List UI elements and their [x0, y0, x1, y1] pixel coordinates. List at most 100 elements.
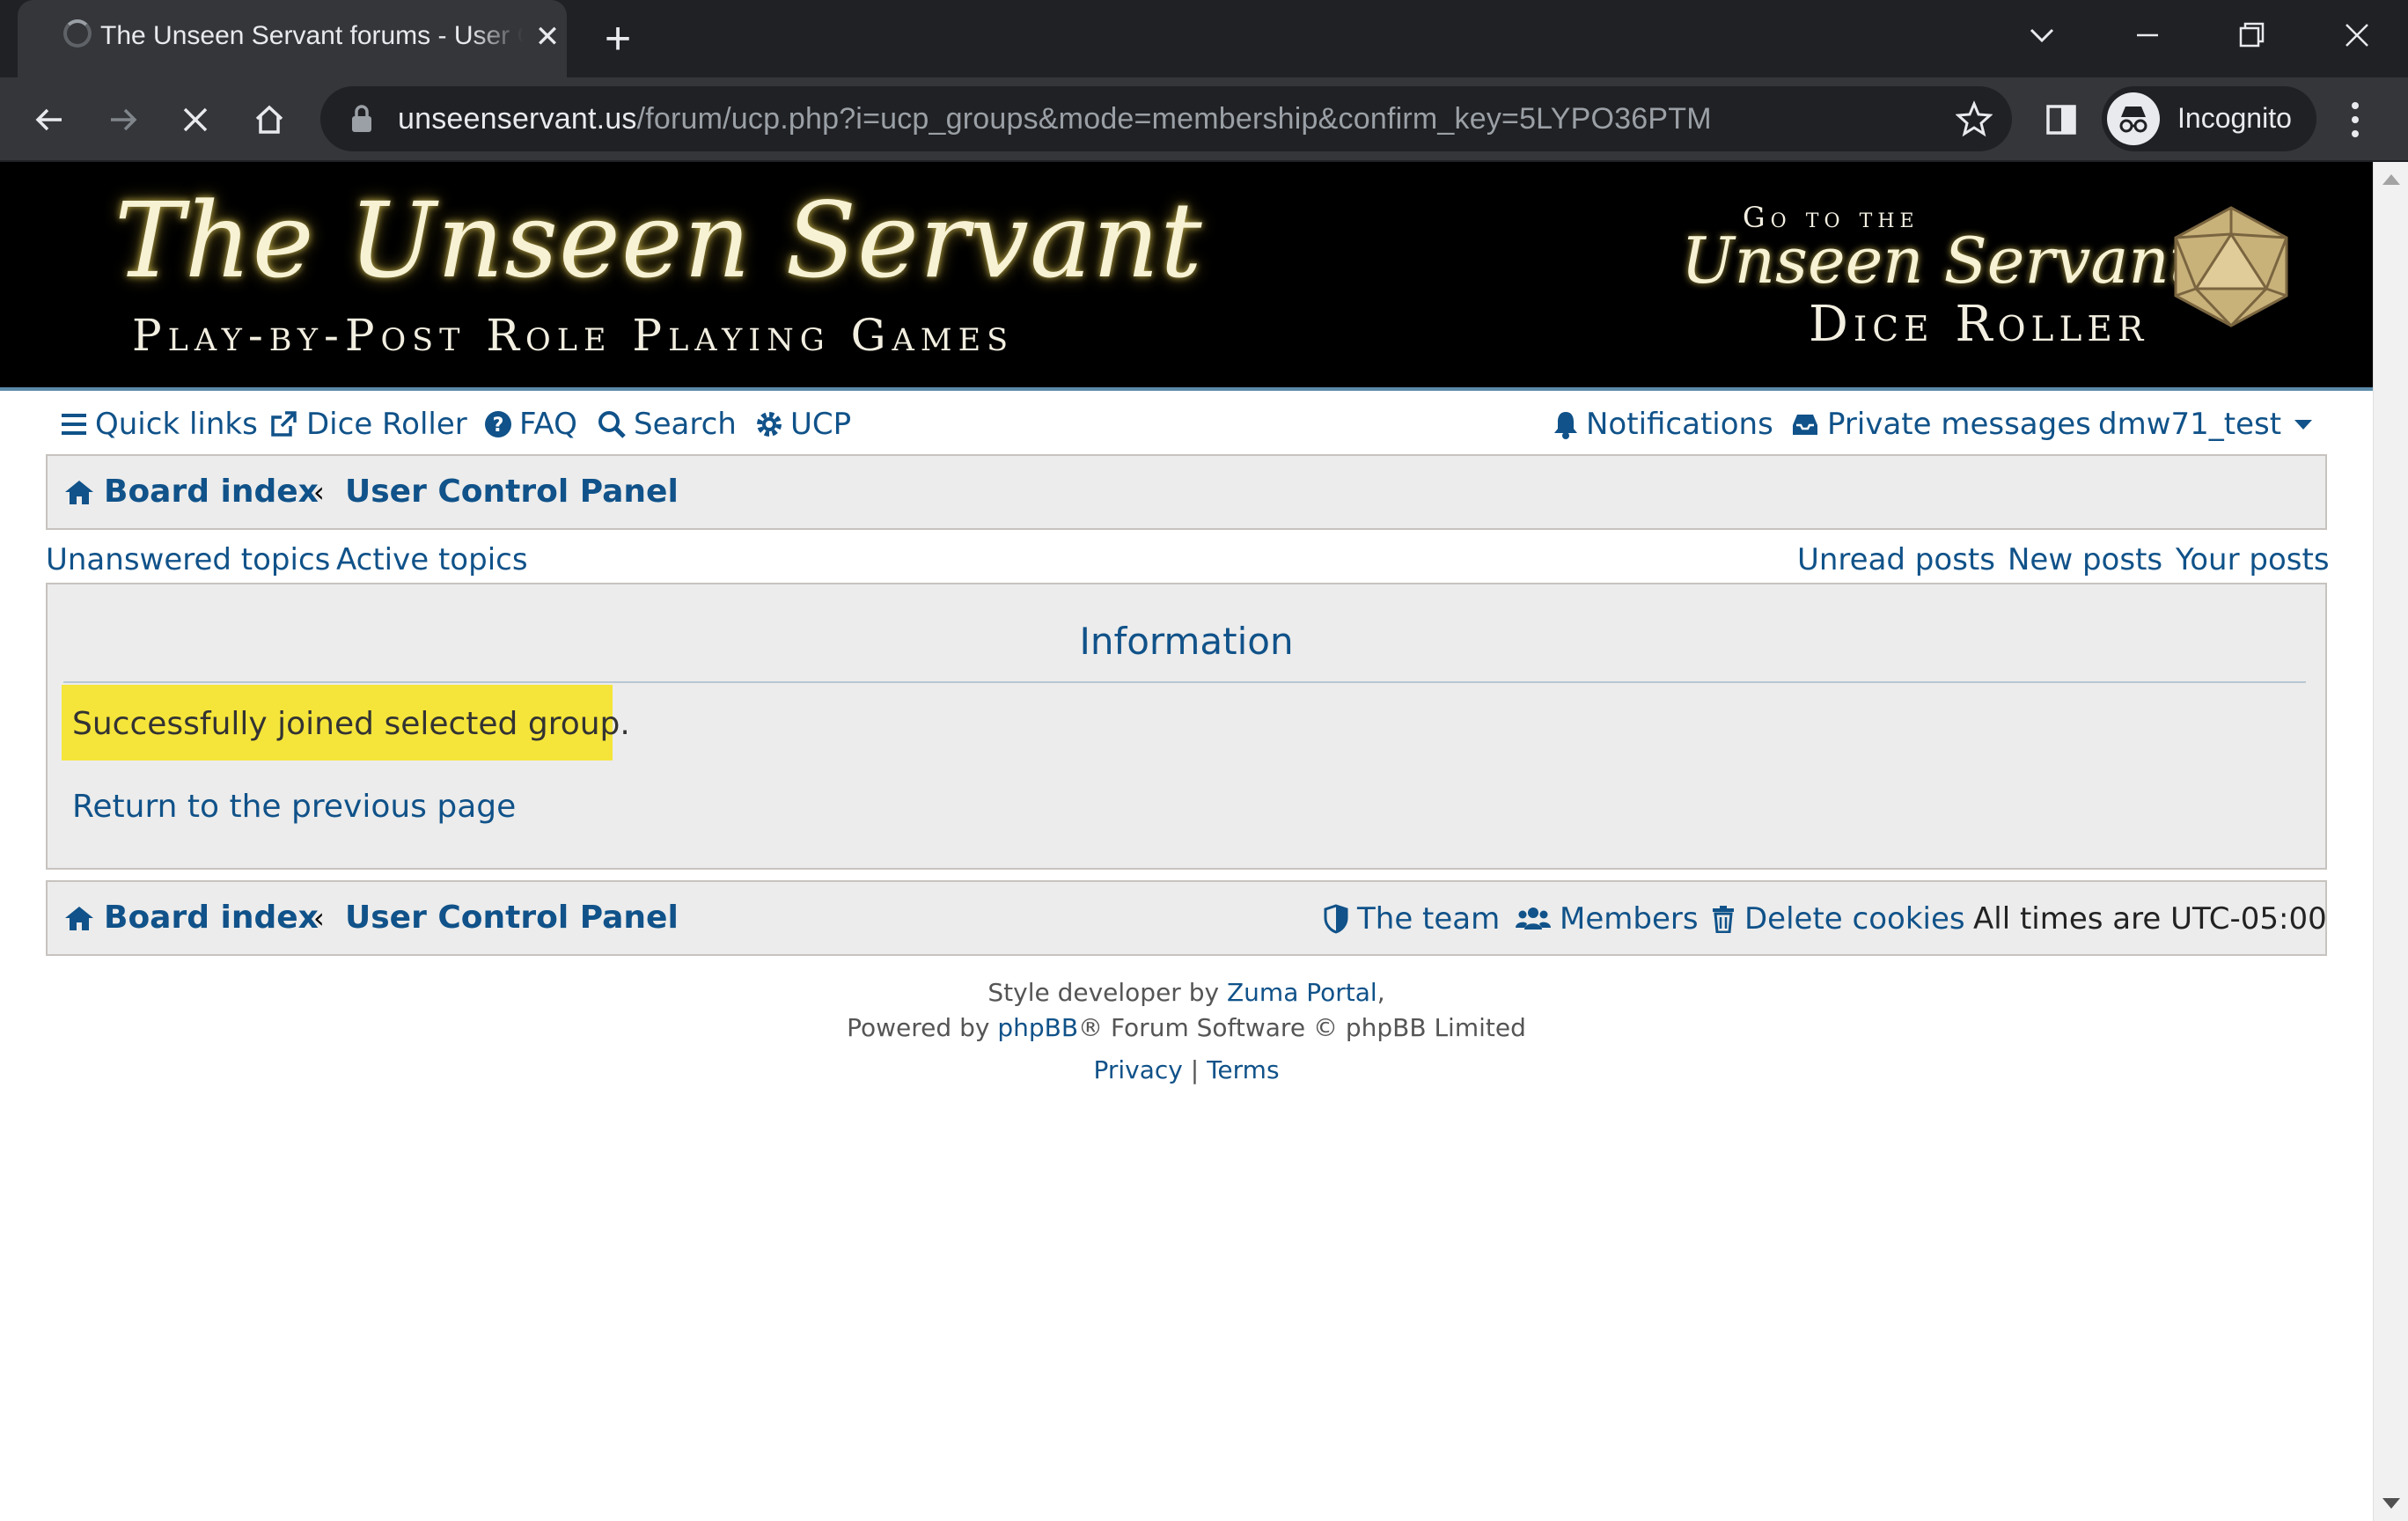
browser-menu-button[interactable]	[2341, 99, 2369, 144]
the-team-link[interactable]: The team	[1324, 901, 1500, 937]
incognito-icon	[2107, 92, 2160, 145]
legal-links-row: Privacy | Terms	[0, 1053, 2373, 1088]
search-label: Search	[634, 407, 737, 442]
faq-link[interactable]: ? FAQ	[484, 407, 577, 442]
privacy-link[interactable]: Privacy	[1093, 1055, 1182, 1084]
url-text[interactable]: unseenservant.us/forum/ucp.php?i=ucp_gro…	[398, 102, 1712, 136]
unread-posts-link[interactable]: Unread posts	[1797, 542, 1995, 577]
home-icon	[65, 906, 93, 930]
tab-title: The Unseen Servant forums - User Control…	[100, 21, 523, 51]
notifications-link[interactable]: Notifications	[1553, 407, 1773, 442]
page-scrollbar[interactable]	[2373, 162, 2408, 1521]
ucp-crumb-label: User Control Panel	[345, 474, 679, 510]
delete-cookies-label: Delete cookies	[1744, 901, 1965, 937]
success-message: Successfully joined selected group.	[62, 685, 630, 760]
caret-down-icon	[2294, 420, 2313, 430]
web-page: The Unseen Servant Play-by-Post Role Pla…	[0, 162, 2373, 1521]
powered-by-suffix: ® Forum Software © phpBB Limited	[1078, 1013, 1526, 1042]
shield-icon	[1324, 904, 1348, 934]
home-button[interactable]	[246, 97, 292, 143]
breadcrumb-separator: ‹	[313, 475, 325, 509]
footer-ucp[interactable]: User Control Panel	[345, 900, 679, 936]
bell-icon	[1554, 412, 1577, 439]
site-logo[interactable]: The Unseen Servant Play-by-Post Role Pla…	[106, 180, 1202, 373]
gear-icon	[757, 412, 782, 437]
close-icon	[2346, 24, 2368, 47]
minimize-icon	[2137, 33, 2158, 37]
restore-icon	[2239, 22, 2265, 48]
private-messages-link[interactable]: Private messages	[1790, 407, 2091, 442]
style-credit-prefix: Style developer by	[987, 978, 1220, 1007]
url-path: /forum/ucp.php?i=ucp_groups&mode=members…	[636, 102, 1712, 136]
members-link[interactable]: Members	[1516, 901, 1699, 937]
side-panel-icon	[2046, 105, 2076, 135]
private-messages-label: Private messages	[1827, 407, 2091, 442]
phpbb-link[interactable]: phpBB	[997, 1013, 1078, 1042]
incognito-profile-button[interactable]: Incognito	[2102, 86, 2316, 151]
board-index-label: Board index	[104, 474, 319, 510]
user-menu-button[interactable]: dmw71_test	[2098, 407, 2322, 442]
new-posts-link[interactable]: New posts	[2008, 542, 2162, 577]
bookmark-star-icon[interactable]	[1956, 100, 1993, 137]
breadcrumb-board-index[interactable]: Board index	[63, 474, 319, 510]
browser-tab-active[interactable]: The Unseen Servant forums - User Control…	[18, 0, 567, 77]
dice-banner-name: Unseen Servant	[1681, 224, 2195, 298]
arrow-left-icon	[35, 108, 62, 131]
members-label: Members	[1560, 901, 1699, 937]
d20-dice-icon	[2174, 206, 2288, 327]
close-window-button[interactable]	[2306, 0, 2408, 70]
inbox-icon	[1793, 415, 1817, 435]
search-link[interactable]: Search	[597, 407, 737, 442]
side-panel-button[interactable]	[2038, 97, 2084, 143]
style-credit-suffix: ,	[1377, 978, 1385, 1007]
unanswered-topics-link[interactable]: Unanswered topics	[46, 542, 330, 577]
site-header-banner: The Unseen Servant Play-by-Post Role Pla…	[0, 162, 2373, 391]
back-button[interactable]	[26, 97, 72, 143]
loading-spinner-icon	[63, 19, 92, 48]
address-bar[interactable]: unseenservant.us/forum/ucp.php?i=ucp_gro…	[320, 86, 2012, 151]
search-icon	[598, 411, 626, 438]
terms-link[interactable]: Terms	[1207, 1055, 1279, 1084]
scroll-up-arrow-icon[interactable]	[2382, 174, 2400, 185]
restore-button[interactable]	[2200, 0, 2302, 70]
dice-roller-banner-link[interactable]: Go to the Unseen Servant Dice Roller	[1672, 201, 2306, 368]
minimize-button[interactable]	[2096, 0, 2199, 70]
panel-title: Information	[1079, 620, 1294, 663]
logo-title: The Unseen Servant	[114, 180, 1203, 301]
question-circle-icon: ?	[485, 411, 511, 437]
delete-cookies-link[interactable]: Delete cookies	[1711, 901, 1965, 937]
zuma-portal-link[interactable]: Zuma Portal	[1227, 978, 1377, 1007]
panel-divider	[63, 681, 2306, 683]
dice-roller-link[interactable]: Dice Roller	[268, 407, 467, 442]
footer-board-index[interactable]: Board index	[63, 900, 319, 936]
scroll-down-arrow-icon[interactable]	[2382, 1498, 2400, 1509]
ucp-label: UCP	[790, 407, 852, 442]
new-tab-button[interactable]: +	[593, 14, 642, 63]
active-topics-link[interactable]: Active topics	[336, 542, 528, 577]
close-icon	[183, 107, 208, 132]
notifications-label: Notifications	[1586, 407, 1773, 442]
hamburger-icon	[62, 414, 86, 435]
incognito-label: Incognito	[2177, 102, 2292, 134]
footer-breadcrumb-separator: ‹	[313, 901, 325, 935]
trash-icon	[1713, 906, 1734, 933]
browser-toolbar: unseenservant.us/forum/ucp.php?i=ucp_gro…	[0, 77, 2408, 162]
forward-button[interactable]	[100, 97, 146, 143]
quick-links-menu[interactable]: Quick links	[60, 407, 258, 442]
information-panel: Information Successfully joined selected…	[46, 583, 2327, 870]
browser-tab-strip: The Unseen Servant forums - User Control…	[0, 0, 2408, 77]
legal-divider: |	[1190, 1055, 1200, 1084]
tab-close-button[interactable]: ✕	[530, 19, 565, 55]
breadcrumb-ucp[interactable]: User Control Panel	[345, 474, 679, 510]
the-team-label: The team	[1357, 901, 1501, 937]
ucp-link[interactable]: UCP	[755, 407, 851, 442]
tab-search-button[interactable]	[1991, 0, 2093, 70]
return-previous-page-link[interactable]: Return to the previous page	[72, 789, 516, 825]
timezone-text: All times are UTC-05:00	[1973, 901, 2327, 937]
lock-icon	[352, 105, 371, 132]
faq-label: FAQ	[519, 407, 577, 442]
stop-loading-button[interactable]	[173, 97, 218, 143]
your-posts-link[interactable]: Your posts	[2176, 542, 2330, 577]
chevron-down-icon	[2030, 28, 2054, 43]
svg-text:?: ?	[493, 415, 504, 437]
